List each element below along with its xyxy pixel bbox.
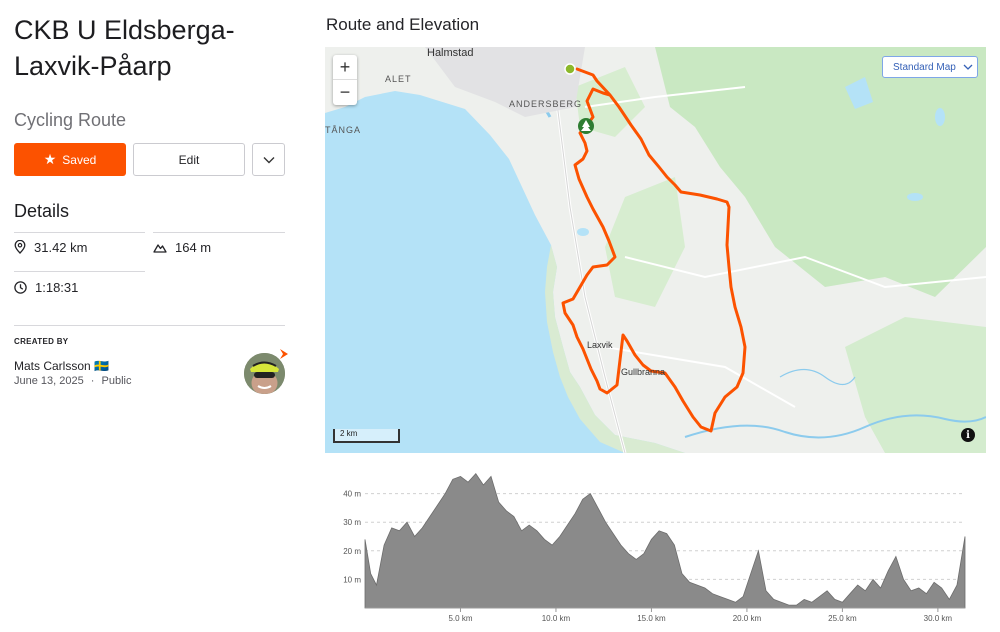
stat-distance: 31.42 km	[14, 228, 87, 266]
map-label-halmstad: Halmstad	[427, 47, 474, 59]
chevron-down-icon	[963, 64, 973, 70]
meta-separator: ·	[90, 375, 95, 387]
more-options-button[interactable]	[252, 143, 285, 176]
subscriber-badge-icon	[280, 349, 288, 359]
elevation-chart[interactable]: 10 m 20 m 30 m 40 m 5.0 km 10.0 km 15.0 km 20.0…	[325, 460, 986, 632]
route-title: CKB U Eldsberga-Laxvik-Påarp	[14, 15, 235, 81]
author-meta: June 13, 2025 · Public	[14, 375, 132, 387]
created-date: June 13, 2025	[14, 375, 84, 387]
x-tick-label: 15.0 km	[637, 614, 666, 623]
x-tick-label: 10.0 km	[542, 614, 571, 623]
map-label-tanga: TÅNGA	[325, 125, 362, 135]
details-heading: Details	[14, 201, 70, 221]
clock-icon	[14, 280, 27, 294]
saved-button[interactable]: ★ Saved	[14, 143, 126, 176]
map-style-label: Standard Map	[893, 61, 956, 73]
created-by-heading: CREATED BY	[14, 337, 69, 346]
location-pin-icon	[14, 240, 26, 254]
stat-elevation: 164 m	[153, 228, 211, 266]
chevron-down-icon	[263, 156, 274, 163]
map-label-andersberg: ANDERSBERG	[509, 99, 583, 109]
route-type: Cycling Route	[14, 110, 127, 130]
x-tick-label: 25.0 km	[828, 614, 857, 623]
author-name[interactable]: Mats Carlsson 🇸🇪	[14, 359, 109, 373]
y-tick-label: 20 m	[343, 547, 361, 556]
action-buttons: ★ Saved Edit	[14, 143, 286, 176]
map-canvas[interactable]	[325, 47, 986, 453]
park-poi-icon[interactable]	[578, 118, 594, 134]
y-tick-label: 10 m	[343, 575, 361, 584]
zoom-in-button[interactable]: +	[333, 55, 357, 80]
map-label-alet: ALET	[385, 74, 412, 84]
lake	[935, 108, 945, 126]
y-tick-label: 40 m	[343, 490, 361, 499]
info-icon[interactable]: i	[961, 428, 975, 442]
zoom-out-button[interactable]: −	[333, 80, 357, 105]
saved-button-label: Saved	[62, 152, 97, 167]
lake	[907, 193, 923, 201]
duration-value: 1:18:31	[35, 279, 79, 295]
stat-duration: 1:18:31	[14, 268, 78, 306]
route-elevation-heading: Route and Elevation	[326, 15, 480, 34]
start-marker-icon[interactable]	[564, 63, 576, 75]
route-map[interactable]: Halmstad ALET ANDERSBERG TÅNGA Laxvik Gu…	[325, 47, 986, 453]
map-label-laxvik: Laxvik	[587, 340, 613, 350]
section-divider	[14, 325, 285, 326]
elevation-value: 164 m	[175, 239, 212, 255]
edit-button-label: Edit	[178, 152, 200, 167]
x-tick-label: 20.0 km	[733, 614, 762, 623]
distance-value: 31.42 km	[34, 239, 88, 255]
x-tick-label: 5.0 km	[448, 614, 472, 623]
map-label-gullbranna: Gullbranna	[621, 367, 666, 377]
zoom-control: + −	[333, 55, 357, 105]
edit-button[interactable]: Edit	[133, 143, 245, 176]
star-icon: ★	[43, 151, 57, 167]
visibility: Public	[101, 375, 132, 387]
map-style-select[interactable]: Standard Map	[882, 56, 978, 78]
mountain-icon	[153, 244, 167, 253]
lake	[577, 228, 589, 236]
map-scale-bar: 2 km	[333, 429, 400, 443]
x-tick-label: 30.0 km	[924, 614, 953, 623]
y-tick-label: 30 m	[343, 518, 361, 527]
